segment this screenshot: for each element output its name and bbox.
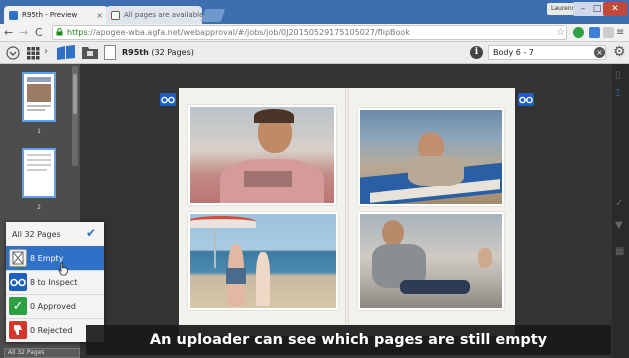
- filter-label: 8 to Inspect: [30, 277, 78, 287]
- browser-tab-gmail[interactable]: All pages are available ×: [106, 6, 202, 24]
- back-arrow-icon[interactable]: ←: [4, 26, 13, 40]
- hand-cursor-icon: [58, 262, 68, 276]
- job-thumbnail-icon: [104, 45, 116, 60]
- filter-all-pages[interactable]: All 32 Pages ✔: [6, 222, 104, 246]
- extension-blue-icon[interactable]: [589, 27, 600, 38]
- forward-arrow-icon[interactable]: →: [19, 26, 28, 40]
- gmail-favicon-icon: [111, 10, 120, 20]
- bookmark-star-icon[interactable]: ☆: [556, 27, 567, 38]
- photo-man-in-boat: [358, 108, 504, 206]
- selection-icon[interactable]: ⌶: [615, 88, 621, 99]
- extension-green-icon[interactable]: [573, 27, 584, 38]
- thumbnail-number: 2: [37, 204, 41, 211]
- page-filter-menu: All 32 Pages ✔ 8 Empty 8 to Inspect ✓ 0 …: [6, 222, 104, 342]
- scrollbar-thumb[interactable]: [73, 74, 77, 114]
- filter-to-inspect[interactable]: 8 to Inspect: [6, 270, 104, 294]
- app-toolbar: › R95th (32 Pages) i Body 6 - 7 × ⚙: [0, 42, 629, 64]
- clear-icon[interactable]: ×: [594, 47, 605, 58]
- page-thumbnail[interactable]: [22, 72, 56, 122]
- tab-label: All pages are available: [124, 11, 202, 19]
- filter-label: All 32 Pages: [12, 229, 61, 239]
- url-path: ://apogee-wba.agfa.net/webapproval/#/job…: [87, 28, 410, 37]
- check-icon: ✔: [85, 226, 96, 240]
- folder-icon[interactable]: [82, 46, 98, 59]
- page-selection-dropdown[interactable]: Body 6 - 7: [488, 45, 606, 60]
- tab-close-icon[interactable]: ×: [96, 11, 103, 20]
- filter-approved[interactable]: ✓ 0 Approved: [6, 294, 104, 318]
- empty-page-icon: [9, 249, 27, 267]
- filter-empty-pages[interactable]: 8 Empty: [6, 246, 104, 270]
- browser-tab-bar: R95th - Preview × All pages are availabl…: [0, 0, 629, 24]
- flipbook-icon[interactable]: [56, 44, 76, 61]
- photo-man-pink-shirt: [188, 105, 336, 205]
- grid-view-icon[interactable]: [26, 46, 40, 60]
- job-name: R95th: [122, 48, 149, 57]
- info-icon[interactable]: i: [470, 46, 483, 59]
- right-tool-panel: ▯ ⌶ ✓ ▼ ▦: [612, 64, 629, 358]
- compare-icon[interactable]: ▦: [615, 246, 624, 257]
- page-icon[interactable]: ▯: [615, 70, 621, 81]
- app-favicon-icon: [9, 10, 18, 20]
- page-thumbnail[interactable]: [22, 148, 56, 198]
- thumbnail-number: 1: [37, 128, 41, 135]
- thumbs-down-icon: [9, 321, 27, 339]
- thumbs-down-icon[interactable]: ▼: [615, 220, 623, 231]
- bottom-filter-select[interactable]: All 32 Pages: [4, 348, 80, 358]
- filter-label: 0 Rejected: [30, 325, 73, 335]
- job-title: R95th (32 Pages): [122, 47, 194, 59]
- new-tab-button[interactable]: [200, 9, 226, 22]
- glasses-icon[interactable]: [518, 93, 534, 106]
- check-icon: ✓: [9, 297, 27, 315]
- photo-beach-couple: [188, 212, 338, 310]
- gear-icon[interactable]: ⚙: [613, 45, 626, 60]
- breadcrumb-arrow-icon: ›: [44, 46, 48, 57]
- glasses-icon: [9, 273, 27, 291]
- window-close-button[interactable]: ✕: [603, 2, 627, 16]
- reload-icon[interactable]: C: [35, 26, 43, 40]
- book-spine: [345, 88, 349, 336]
- url-input[interactable]: https://apogee-wba.agfa.net/webapproval/…: [52, 25, 567, 40]
- url-scheme: https: [67, 28, 88, 37]
- filter-label: 0 Approved: [30, 301, 77, 311]
- tab-label: R95th - Preview: [22, 11, 78, 19]
- job-page-count: (32 Pages): [151, 48, 194, 57]
- menu-icon[interactable]: ≡: [616, 27, 627, 38]
- chevron-down-icon[interactable]: [6, 46, 20, 60]
- glasses-icon[interactable]: [160, 93, 176, 106]
- lock-icon: [56, 28, 63, 36]
- approve-check-icon[interactable]: ✓: [615, 198, 623, 209]
- extension-grey-icon[interactable]: [603, 27, 614, 38]
- address-bar-row: ← → C https://apogee-wba.agfa.net/webapp…: [0, 24, 629, 42]
- video-caption: An uploader can see which pages are stil…: [86, 325, 611, 355]
- browser-tab-preview[interactable]: R95th - Preview ×: [4, 6, 108, 24]
- photo-man-on-rocks: [358, 212, 504, 310]
